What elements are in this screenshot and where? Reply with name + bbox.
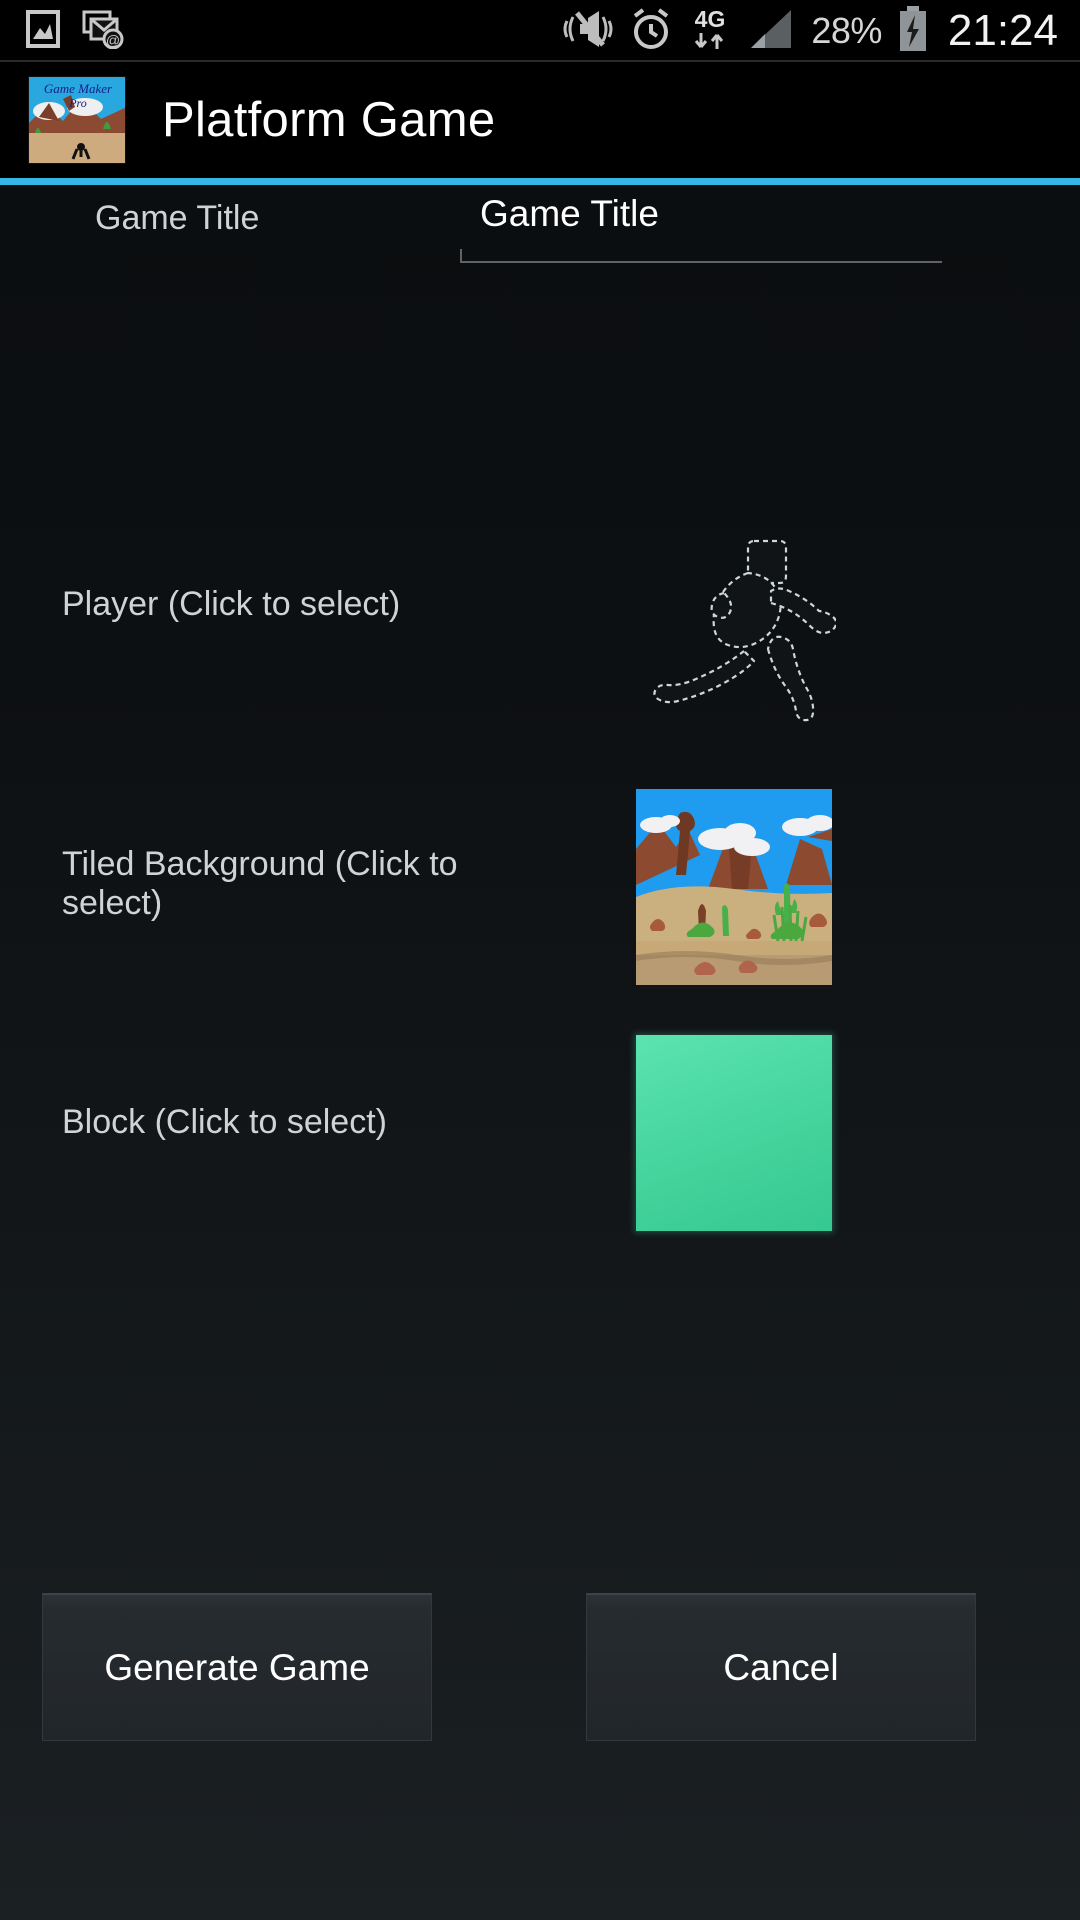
game-title-input[interactable] [460,185,942,249]
game-maker-pro-icon: Game Maker Pro [28,76,126,164]
game-title-underline [460,249,942,263]
action-button-bar: Generate Game Cancel [0,1593,1080,1743]
block-selector-row[interactable]: Block (Click to select) [0,1003,1080,1265]
cancel-button[interactable]: Cancel [586,1593,976,1741]
svg-text:Pro: Pro [68,96,87,110]
status-bar-right-icons: 4G 28% 21:24 [561,5,1058,58]
green-square-image [636,1035,832,1231]
block-thumbnail[interactable] [636,1035,832,1231]
battery-percent-label: 28% [811,10,882,51]
battery-charging-icon [896,5,930,58]
signal-bars-icon [747,6,797,57]
tiled-background-selector-label: Tiled Background (Click to select) [62,845,458,923]
block-selector-label: Block (Click to select) [62,1103,387,1141]
form-content: Game Title Player (Click to select) [0,185,1080,1920]
game-title-field[interactable] [460,185,942,277]
page-title: Platform Game [162,93,496,147]
runner-silhouette-icon [636,531,838,731]
game-title-row: Game Title [0,185,1080,295]
accent-bar [0,178,1080,185]
gallery-icon [26,9,60,54]
status-bar-clock: 21:24 [947,6,1058,55]
network-4g-icon: 4G [687,5,733,58]
player-sprite-thumbnail[interactable] [636,531,838,731]
tiled-background-thumbnail[interactable] [636,789,832,985]
game-title-label: Game Title [95,199,260,237]
svg-text:Game Maker: Game Maker [44,81,113,96]
player-selector-label: Player (Click to select) [62,585,401,623]
generate-game-button[interactable]: Generate Game [42,1593,432,1741]
svg-text:4G: 4G [695,6,726,32]
svg-text:@: @ [106,32,120,48]
vibrate-off-icon [561,7,615,56]
alarm-icon [629,6,673,57]
tiled-background-selector-row[interactable]: Tiled Background (Click to select) [0,757,1080,1019]
email-at-icon: @ [82,9,124,54]
app-bar: Game Maker Pro Platform Game [0,62,1080,178]
desert-scene-image [636,789,832,985]
status-bar: @ 4G 28% 21:24 [0,0,1080,62]
status-bar-left-icons: @ [26,9,124,54]
player-selector-row[interactable]: Player (Click to select) [0,485,1080,775]
